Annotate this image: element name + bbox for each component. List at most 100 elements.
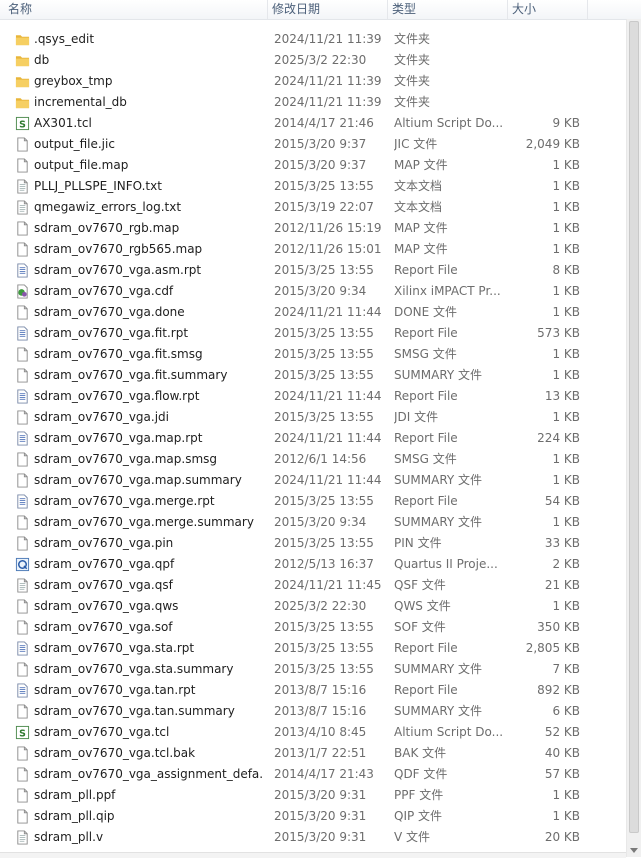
file-row[interactable]: greybox_tmp 2024/11/21 11:39 文件夹 [0, 71, 641, 92]
file-row[interactable]: output_file.jic 2015/3/20 9:37 JIC 文件 2,049… [0, 134, 641, 155]
file-modified-date: 2012/6/1 14:56 [274, 452, 367, 466]
file-icon [15, 368, 30, 383]
file-name: sdram_ov7670_vga_assignment_defa... [34, 767, 264, 781]
file-size: 1 KB [552, 368, 580, 382]
svg-text:S: S [19, 119, 26, 130]
file-type: Report File [394, 389, 458, 403]
file-size: 52 KB [544, 725, 580, 739]
file-modified-date: 2014/4/17 21:46 [274, 116, 374, 130]
file-size [508, 71, 580, 92]
file-row[interactable]: sdram_ov7670_vga.done 2024/11/21 11:44 DON… [0, 302, 641, 323]
file-row[interactable]: sdram_ov7670_vga.tan.rpt 2013/8/7 15:16 Re… [0, 680, 641, 701]
file-row[interactable]: Ssdram_ov7670_vga.tcl 2013/4/10 8:45 Altiu… [0, 722, 641, 743]
file-size: 9 KB [552, 116, 580, 130]
file-size: 573 KB [537, 326, 580, 340]
file-size: 57 KB [544, 767, 580, 781]
file-size: 1 KB [552, 473, 580, 487]
file-row[interactable]: sdram_ov7670_vga.tcl.bak 2013/1/7 22:51 BA… [0, 743, 641, 764]
file-row[interactable]: sdram_ov7670_vga.cdf 2015/3/20 9:34 Xilinx… [0, 281, 641, 302]
file-name: qmegawiz_errors_log.txt [34, 200, 182, 214]
file-row[interactable]: sdram_ov7670_vga.asm.rpt 2015/3/25 13:55 R… [0, 260, 641, 281]
file-type: SMSG 文件 [394, 452, 457, 466]
file-name: sdram_ov7670_vga.fit.rpt [34, 326, 189, 340]
file-icon [15, 347, 30, 362]
file-row[interactable]: sdram_ov7670_vga.fit.summary 2015/3/25 13… [0, 365, 641, 386]
file-row[interactable]: .qsys_edit 2024/11/21 11:39 文件夹 [0, 29, 641, 50]
file-size: 21 KB [544, 578, 580, 592]
file-type: Report File [394, 326, 458, 340]
file-icon [15, 662, 30, 677]
file-row[interactable]: qmegawiz_errors_log.txt 2015/3/19 22:07 文本… [0, 197, 641, 218]
file-row[interactable]: sdram_ov7670_vga.qpf 2012/5/13 16:37 Quart… [0, 554, 641, 575]
file-size: 6 KB [552, 704, 580, 718]
file-row[interactable]: sdram_ov7670_vga.qsf 2024/11/21 11:45 QSF … [0, 575, 641, 596]
report-file-icon [15, 389, 30, 404]
file-row[interactable]: sdram_ov7670_vga.sta.summary 2015/3/25 13… [0, 659, 641, 680]
file-size: 2,805 KB [525, 641, 580, 655]
file-row[interactable]: db 2025/3/2 22:30 文件夹 [0, 50, 641, 71]
file-row[interactable]: sdram_ov7670_rgb565.map 2012/11/26 15:01 M… [0, 239, 641, 260]
scroll-down-arrow-icon[interactable] [630, 848, 638, 853]
file-name: sdram_ov7670_vga.tan.summary [34, 704, 235, 718]
column-header-size[interactable]: 大小 [508, 0, 588, 19]
file-name: sdram_ov7670_vga.qpf [34, 557, 175, 571]
folder-icon [15, 95, 30, 110]
file-row[interactable]: output_file.map 2015/3/20 9:37 MAP 文件 1 KB [0, 155, 641, 176]
file-row[interactable]: sdram_ov7670_vga.pin 2015/3/25 13:55 PIN 文… [0, 533, 641, 554]
file-name: sdram_ov7670_vga.fit.smsg [34, 347, 203, 361]
column-header-date[interactable]: 修改日期 [268, 0, 388, 19]
file-row[interactable]: PLLJ_PLLSPE_INFO.txt 2015/3/25 13:55 文本文档 1… [0, 176, 641, 197]
file-name: db [34, 53, 50, 67]
file-row[interactable]: sdram_ov7670_vga.flow.rpt 2024/11/21 11:4… [0, 386, 641, 407]
file-type: MAP 文件 [394, 242, 448, 256]
column-header-type[interactable]: 类型 [388, 0, 508, 19]
file-icon [15, 158, 30, 173]
file-modified-date: 2015/3/20 9:34 [274, 515, 367, 529]
file-type: Report File [394, 263, 458, 277]
file-row[interactable]: sdram_pll.qip 2015/3/20 9:31 QIP 文件 1 KB [0, 806, 641, 827]
vertical-scrollbar[interactable] [626, 19, 641, 857]
file-type: 文本文档 [394, 179, 443, 193]
file-row[interactable]: sdram_ov7670_vga.jdi 2015/3/25 13:55 JDI 文… [0, 407, 641, 428]
file-row[interactable]: sdram_ov7670_vga_assignment_defa... 2014/… [0, 764, 641, 785]
file-type: 文件夹 [394, 74, 431, 88]
file-name: sdram_ov7670_vga.pin [34, 536, 174, 550]
file-row[interactable]: sdram_ov7670_vga.sof 2015/3/25 13:55 SOF 文… [0, 617, 641, 638]
file-row[interactable]: sdram_ov7670_rgb.map 2012/11/26 15:19 MAP … [0, 218, 641, 239]
file-type: 文件夹 [394, 95, 431, 109]
file-row[interactable]: sdram_ov7670_vga.map.rpt 2024/11/21 11:44… [0, 428, 641, 449]
file-name: sdram_pll.ppf [34, 788, 116, 802]
file-modified-date: 2024/11/21 11:39 [274, 74, 382, 88]
file-row[interactable]: sdram_ov7670_vga.fit.smsg 2015/3/25 13:55… [0, 344, 641, 365]
file-row[interactable]: sdram_ov7670_vga.map.smsg 2012/6/1 14:56 S… [0, 449, 641, 470]
scrollbar-thumb[interactable] [629, 21, 639, 833]
file-row[interactable]: S AX301.tcl 2014/4/17 21:46 Altium Script D… [0, 113, 641, 134]
file-modified-date: 2015/3/25 13:55 [274, 410, 374, 424]
file-modified-date: 2024/11/21 11:39 [274, 95, 382, 109]
file-row[interactable]: sdram_ov7670_vga.sta.rpt 2015/3/25 13:55 R… [0, 638, 641, 659]
file-row[interactable]: sdram_ov7670_vga.qws 2025/3/2 22:30 QWS 文件… [0, 596, 641, 617]
file-type: DONE 文件 [394, 305, 458, 319]
file-row[interactable]: sdram_ov7670_vga.fit.rpt 2015/3/25 13:55 R… [0, 323, 641, 344]
file-icon [15, 221, 30, 236]
file-row[interactable]: sdram_pll.ppf 2015/3/20 9:31 PPF 文件 1 KB [0, 785, 641, 806]
file-row[interactable]: sdram_ov7670_vga.tan.summary 2013/8/7 15:… [0, 701, 641, 722]
folder-icon [15, 32, 30, 47]
file-icon [15, 536, 30, 551]
file-row[interactable]: sdram_pll.v 2015/3/20 9:31 V 文件 20 KB [0, 827, 641, 848]
file-row[interactable]: incremental_db 2024/11/21 11:39 文件夹 [0, 92, 641, 113]
file-row[interactable]: sdram_ov7670_vga.map.summary 2024/11/21 1… [0, 470, 641, 491]
file-name: sdram_ov7670_vga.asm.rpt [34, 263, 202, 277]
script-file-icon: S [15, 116, 30, 131]
file-row[interactable]: sdram_ov7670_vga.merge.rpt 2015/3/25 13:5… [0, 491, 641, 512]
file-modified-date: 2015/3/20 9:37 [274, 158, 367, 172]
file-size: 20 KB [544, 830, 580, 844]
text-file-icon [15, 200, 30, 215]
file-modified-date: 2015/3/19 22:07 [274, 200, 374, 214]
file-modified-date: 2015/3/20 9:31 [274, 830, 367, 844]
file-row[interactable]: sdram_ov7670_vga.merge.summary 2015/3/20 … [0, 512, 641, 533]
file-size: 1 KB [552, 599, 580, 613]
column-header-name[interactable]: 名称 [0, 0, 268, 19]
file-name: sdram_ov7670_vga.tcl [34, 725, 170, 739]
file-type: 文件夹 [394, 53, 431, 67]
